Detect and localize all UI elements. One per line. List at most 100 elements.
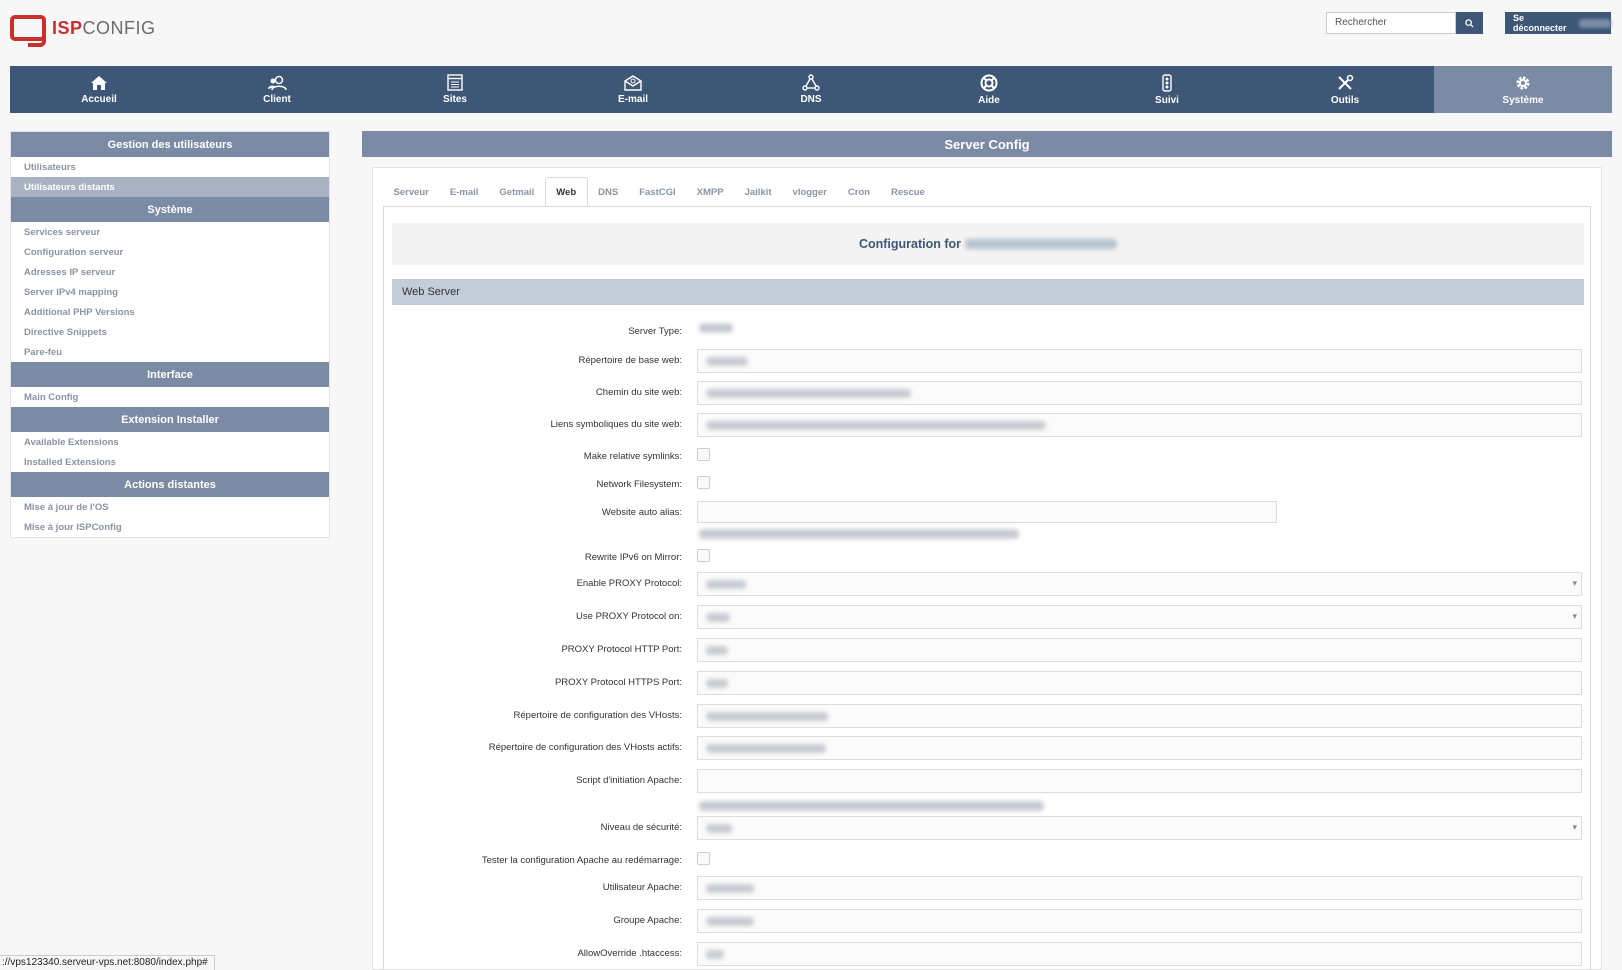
website-path-input[interactable]: [697, 381, 1582, 405]
sidebar-item-utilisateurs[interactable]: Utilisateurs: [11, 157, 329, 177]
status-bar-url: ://vps123340.serveur-vps.net:8080/index.…: [0, 955, 215, 970]
rewrite-ipv6-checkbox[interactable]: [697, 549, 710, 562]
proxy-https-port-input[interactable]: [697, 671, 1582, 695]
tab-serveur[interactable]: Serveur: [383, 177, 439, 207]
nav-label: Sites: [443, 94, 467, 105]
network-filesystem-checkbox[interactable]: [697, 476, 710, 489]
form-row: Script d'initiation Apache:: [392, 767, 1584, 813]
field-label: Make relative symlinks:: [583, 451, 682, 462]
search-input[interactable]: Rechercher: [1326, 12, 1456, 34]
form-row: Tester la configuration Apache au redéma…: [392, 847, 1584, 873]
tab-vlogger[interactable]: vlogger: [782, 177, 837, 207]
nav-suivi[interactable]: Suivi: [1078, 66, 1256, 113]
top-navigation: Accueil Client Sites E-mail DNS Aide Sui…: [10, 66, 1612, 113]
apache-group-input[interactable]: [697, 909, 1582, 933]
allowoverride-input[interactable]: [697, 942, 1582, 966]
sidebar-item-adresses-ip[interactable]: Adresses IP serveur: [11, 262, 329, 282]
sidebar-item-installed-extensions[interactable]: Installed Extensions: [11, 452, 329, 472]
nav-accueil[interactable]: Accueil: [10, 66, 188, 113]
form-row: Rewrite IPv6 on Mirror:: [392, 544, 1584, 570]
tab-jailkit[interactable]: Jailkit: [734, 177, 782, 207]
field-label: Répertoire de configuration des VHosts:: [513, 710, 682, 721]
vhost-conf-enabled-dir-input[interactable]: [697, 736, 1582, 760]
config-for-header: Configuration for: [392, 223, 1584, 265]
sidebar-item-php-versions[interactable]: Additional PHP Versions: [11, 302, 329, 322]
apache-user-input[interactable]: [697, 876, 1582, 900]
nav-systeme[interactable]: Système: [1434, 66, 1612, 113]
nav-sites[interactable]: Sites: [366, 66, 544, 113]
tab-getmail[interactable]: Getmail: [489, 177, 545, 207]
website-auto-alias-input[interactable]: [697, 501, 1277, 523]
field-label: Website auto alias:: [601, 507, 682, 518]
search-button[interactable]: [1456, 12, 1483, 34]
tab-content: Configuration for Web Server Server Type…: [383, 206, 1591, 970]
sidebar-item-configuration-serveur[interactable]: Configuration serveur: [11, 242, 329, 262]
logout-button[interactable]: Se déconnecter: [1505, 12, 1611, 34]
sidebar-item-ipv4-mapping[interactable]: Server IPv4 mapping: [11, 282, 329, 302]
tab-cron[interactable]: Cron: [837, 177, 880, 207]
form-row: Use PROXY Protocol on:: [392, 603, 1584, 629]
form-row: Répertoire de configuration des VHosts a…: [392, 734, 1584, 760]
sidebar-section-title: Actions distantes: [11, 472, 329, 497]
help-icon: [980, 74, 998, 91]
apache-init-script-input[interactable]: [697, 769, 1582, 793]
form-row: Utilisateur Apache:: [392, 874, 1584, 900]
tab-email[interactable]: E-mail: [439, 177, 489, 207]
form-row: Groupe Apache:: [392, 907, 1584, 933]
website-basedir-input[interactable]: [697, 349, 1582, 373]
auto-alias-hint: [699, 529, 1019, 539]
nav-label: E-mail: [617, 93, 648, 105]
form-row: Enable PROXY Protocol:: [392, 570, 1584, 596]
form-row: PROXY Protocol HTTPS Port:: [392, 669, 1584, 695]
sidebar: Gestion des utilisateurs Utilisateurs Ut…: [10, 131, 330, 538]
enable-proxy-protocol-select[interactable]: [697, 572, 1582, 596]
field-label: PROXY Protocol HTTP Port:: [561, 644, 682, 655]
security-level-select[interactable]: [697, 816, 1582, 840]
tab-fastcgi[interactable]: FastCGI: [629, 177, 686, 207]
username-redacted: [1579, 18, 1611, 28]
field-label: Network Filesystem:: [596, 479, 682, 490]
proxy-protocol-on-select[interactable]: [697, 605, 1582, 629]
server-name-redacted: [965, 239, 1118, 249]
field-label: Chemin du site web:: [595, 387, 682, 398]
tab-web[interactable]: Web: [544, 177, 588, 207]
field-label: Script d'initiation Apache:: [576, 775, 682, 786]
field-label: Répertoire de base web:: [578, 355, 682, 366]
tab-xmpp[interactable]: XMPP: [686, 177, 734, 207]
nav-outils[interactable]: Outils: [1256, 66, 1434, 113]
sidebar-item-ispconfig-update[interactable]: Mise à jour ISPConfig: [11, 517, 329, 537]
form-row: Répertoire de base web:: [392, 347, 1584, 373]
nav-client[interactable]: Client: [188, 66, 366, 113]
check-apache-config-checkbox[interactable]: [697, 852, 710, 865]
email-icon: [624, 74, 642, 91]
form-row: PROXY Protocol HTTP Port:: [392, 636, 1584, 662]
field-label: AllowOverride .htaccess:: [577, 948, 682, 959]
proxy-http-port-input[interactable]: [697, 638, 1582, 662]
sidebar-item-os-update[interactable]: Mise à jour de l'OS: [11, 497, 329, 517]
field-label: Niveau de sécurité:: [600, 822, 682, 833]
logo-icon: [10, 15, 46, 47]
tab-rescue[interactable]: Rescue: [881, 177, 936, 207]
sidebar-item-directive-snippets[interactable]: Directive Snippets: [11, 322, 329, 342]
init-script-hint: [699, 801, 1044, 811]
field-label: Enable PROXY Protocol:: [576, 578, 682, 589]
search-form: Rechercher: [1326, 12, 1483, 34]
ispconfig-logo[interactable]: ISPCONFIG: [10, 13, 156, 47]
tab-dns[interactable]: DNS: [588, 177, 629, 207]
sidebar-item-pare-feu[interactable]: Pare-feu: [11, 342, 329, 362]
vhost-conf-dir-input[interactable]: [697, 704, 1582, 728]
nav-dns[interactable]: DNS: [722, 66, 900, 113]
sidebar-item-utilisateurs-distants[interactable]: Utilisateurs distants: [11, 177, 329, 197]
nav-label: Outils: [1330, 94, 1360, 106]
sites-icon: [447, 74, 463, 91]
nav-label: DNS: [800, 94, 822, 105]
sidebar-item-available-extensions[interactable]: Available Extensions: [11, 432, 329, 452]
relative-symlinks-checkbox[interactable]: [697, 448, 710, 461]
nav-aide[interactable]: Aide: [900, 66, 1078, 113]
sidebar-item-services-serveur[interactable]: Services serveur: [11, 222, 329, 242]
nav-email[interactable]: E-mail: [544, 66, 722, 113]
field-label: Rewrite IPv6 on Mirror:: [584, 552, 682, 563]
nav-label: Système: [1502, 94, 1544, 106]
sidebar-item-main-config[interactable]: Main Config: [11, 387, 329, 407]
website-symlinks-input[interactable]: [697, 413, 1582, 437]
